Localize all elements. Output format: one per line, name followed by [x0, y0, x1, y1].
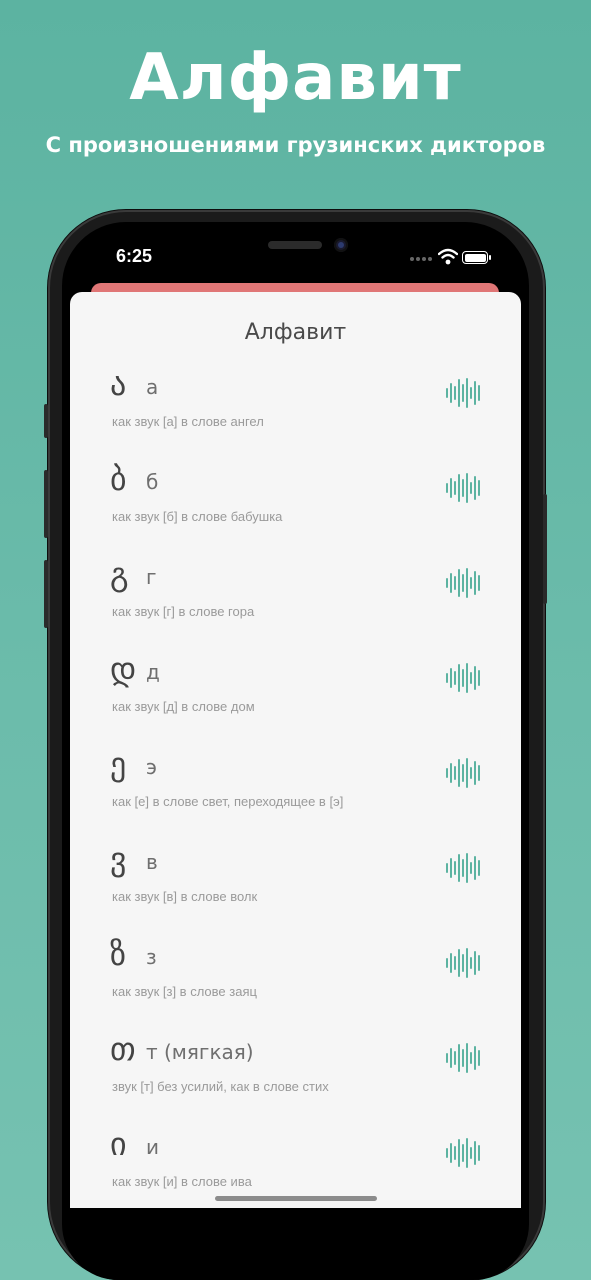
transliteration: г [146, 565, 157, 589]
play-pronunciation-button[interactable] [444, 948, 480, 978]
sound-wave-icon [446, 473, 480, 503]
play-pronunciation-button[interactable] [444, 473, 480, 503]
play-pronunciation-button[interactable] [444, 1043, 480, 1073]
georgian-letter: თ [110, 1030, 136, 1068]
play-pronunciation-button[interactable] [444, 1138, 480, 1168]
signal-dot-icon [428, 257, 432, 261]
play-pronunciation-button[interactable] [444, 663, 480, 693]
signal-dot-icon [410, 257, 414, 261]
georgian-letter: დ [110, 650, 137, 688]
letter-row[interactable]: თ т (мягкая) звук [т] без усилий, как в сл… [70, 1029, 521, 1124]
pronunciation-hint: как звук [б] в слове бабушка [112, 509, 283, 524]
sound-wave-icon [446, 853, 480, 883]
promo-title: Алфавит [129, 41, 462, 115]
transliteration: а [146, 375, 159, 399]
status-time: 6:25 [116, 246, 153, 266]
mute-switch [44, 404, 48, 438]
pronunciation-hint: звук [т] без усилий, как в слове стих [112, 1079, 329, 1094]
earpiece-speaker [268, 241, 322, 249]
sound-wave-icon [446, 948, 480, 978]
transliteration: д [146, 660, 160, 684]
power-button [543, 494, 547, 604]
battery-icon [462, 251, 488, 264]
sound-wave-icon [446, 1043, 480, 1073]
transliteration: б [146, 470, 159, 494]
letter-row[interactable]: დ д как звук [д] в слове дом [70, 649, 521, 744]
georgian-letter: გ [110, 555, 129, 593]
transliteration: э [146, 755, 157, 779]
home-indicator[interactable] [215, 1196, 377, 1201]
front-camera [334, 238, 348, 252]
georgian-letter: ა [110, 365, 127, 403]
sound-wave-icon [446, 758, 480, 788]
georgian-letter: ი [110, 1125, 127, 1163]
battery-tip [489, 255, 491, 260]
transliteration: и [146, 1135, 159, 1159]
letter-row[interactable]: ა а как звук [а] в слове ангел [70, 364, 521, 459]
transliteration: з [146, 945, 157, 969]
signal-dot-icon [422, 257, 426, 261]
pronunciation-hint: как звук [г] в слове гора [112, 604, 255, 619]
pronunciation-hint: как звук [и] в слове ива [112, 1174, 252, 1189]
play-pronunciation-button[interactable] [444, 378, 480, 408]
transliteration: в [146, 850, 158, 874]
alphabet-sheet: Алфавит ა а как звук [а] в слове ангел ბ б ка… [70, 292, 521, 1208]
sound-wave-icon [446, 1138, 480, 1168]
georgian-letter: ბ [110, 460, 127, 498]
screen-title: Алфавит [244, 320, 347, 345]
status-icons [410, 248, 496, 268]
sound-wave-icon [446, 568, 480, 598]
letter-row[interactable]: ზ з как звук [з] в слове заяц [70, 934, 521, 1029]
pronunciation-hint: как звук [в] в слове волк [112, 889, 258, 904]
play-pronunciation-button[interactable] [444, 853, 480, 883]
volume-up-button [44, 470, 48, 538]
play-pronunciation-button[interactable] [444, 568, 480, 598]
promo-subtitle: С произношениями грузинских дикторов [45, 133, 546, 157]
signal-dot-icon [416, 257, 420, 261]
georgian-letter: ე [110, 745, 127, 783]
sound-wave-icon [446, 378, 480, 408]
letter-row[interactable]: ბ б как звук [б] в слове бабушка [70, 459, 521, 554]
georgian-letter: ზ [110, 935, 127, 973]
wifi-icon [438, 248, 458, 265]
transliteration: т (мягкая) [146, 1040, 254, 1064]
pronunciation-hint: как [е] в слове свет, переходящее в [э] [112, 794, 344, 809]
sound-wave-icon [446, 663, 480, 693]
volume-down-button [44, 560, 48, 628]
play-pronunciation-button[interactable] [444, 758, 480, 788]
letter-row[interactable]: ვ в как звук [в] в слове волк [70, 839, 521, 934]
georgian-letter: ვ [110, 840, 127, 878]
pronunciation-hint: как звук [д] в слове дом [112, 699, 255, 714]
pronunciation-hint: как звук [з] в слове заяц [112, 984, 257, 999]
letter-row[interactable]: ე э как [е] в слове свет, переходящее в [э… [70, 744, 521, 839]
pronunciation-hint: как звук [а] в слове ангел [112, 414, 264, 429]
letter-row[interactable]: გ г как звук [г] в слове гора [70, 554, 521, 649]
